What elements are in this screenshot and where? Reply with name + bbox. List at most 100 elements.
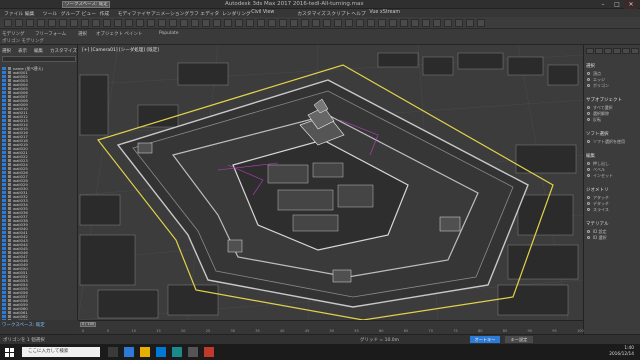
visibility-icon[interactable] <box>2 67 6 70</box>
toolbar-button[interactable] <box>26 19 34 27</box>
menu-item[interactable]: ツール <box>43 10 57 17</box>
edge-icon[interactable] <box>124 347 134 357</box>
visibility-icon[interactable] <box>2 315 6 318</box>
maximize-button[interactable]: □ <box>610 0 624 9</box>
menu-item[interactable]: 作成 <box>100 10 110 17</box>
visibility-icon[interactable] <box>2 195 6 198</box>
toolbar-button[interactable] <box>389 19 397 27</box>
visibility-icon[interactable] <box>2 251 6 254</box>
visibility-icon[interactable] <box>2 151 6 154</box>
visibility-icon[interactable] <box>2 119 6 122</box>
rollout-header[interactable]: 選択 <box>586 63 595 69</box>
toolbar-button[interactable] <box>59 19 67 27</box>
toolbar-button[interactable] <box>257 19 265 27</box>
toolbar-button[interactable] <box>477 19 485 27</box>
workspace-selector[interactable]: ワークスペース: 既定 <box>62 1 110 8</box>
toolbar-button[interactable] <box>213 19 221 27</box>
rollout-header[interactable]: ソフト選択 <box>586 131 609 137</box>
toolbar-button[interactable] <box>235 19 243 27</box>
visibility-icon[interactable] <box>2 111 6 114</box>
toolbar-button[interactable] <box>356 19 364 27</box>
visibility-icon[interactable] <box>2 143 6 146</box>
option-radio[interactable] <box>587 140 590 143</box>
option-radio[interactable] <box>587 168 590 171</box>
toolbar-button[interactable] <box>125 19 133 27</box>
command-panel-tab[interactable] <box>622 48 630 54</box>
toolbar-button[interactable] <box>279 19 287 27</box>
visibility-icon[interactable] <box>2 199 6 202</box>
toolbar-button[interactable] <box>48 19 56 27</box>
visibility-icon[interactable] <box>2 207 6 210</box>
visibility-icon[interactable] <box>2 275 6 278</box>
toolbar-button[interactable] <box>15 19 23 27</box>
visibility-icon[interactable] <box>2 211 6 214</box>
visibility-icon[interactable] <box>2 187 6 190</box>
visibility-icon[interactable] <box>2 311 6 314</box>
menu-item[interactable]: アニメーション <box>151 10 184 17</box>
option-radio[interactable] <box>587 236 590 239</box>
toolbar-button[interactable] <box>37 19 45 27</box>
option-radio[interactable] <box>587 106 590 109</box>
command-panel-tab[interactable] <box>586 48 594 54</box>
visibility-icon[interactable] <box>2 171 6 174</box>
visibility-icon[interactable] <box>2 91 6 94</box>
option-radio[interactable] <box>587 78 590 81</box>
ribbon-tab[interactable]: オブジェクト ペイント <box>96 31 142 37</box>
menu-item[interactable]: グラフ エディタ <box>184 10 219 17</box>
toolbar-button[interactable] <box>81 19 89 27</box>
visibility-icon[interactable] <box>2 219 6 222</box>
visibility-icon[interactable] <box>2 203 6 206</box>
toolbar-button[interactable] <box>268 19 276 27</box>
visibility-icon[interactable] <box>2 223 6 226</box>
toolbar-button[interactable] <box>224 19 232 27</box>
setkey-button[interactable]: キー設定 <box>505 336 533 343</box>
visibility-icon[interactable] <box>2 227 6 230</box>
toolbar-button[interactable] <box>158 19 166 27</box>
rollout-header[interactable]: 編集 <box>586 153 595 159</box>
timeline[interactable]: 0 / 100 0 5 10 15 20 25 30 35 40 45 50 55 60 65 70 75 80… <box>78 320 584 334</box>
scene-explorer-tab[interactable]: カスタマイズ <box>50 48 77 54</box>
menu-item[interactable]: グループ <box>61 10 80 17</box>
visibility-icon[interactable] <box>2 215 6 218</box>
visibility-icon[interactable] <box>2 279 6 282</box>
command-panel-tab[interactable] <box>613 48 621 54</box>
scene-explorer-list[interactable]: name (並べ替え) wall001 wall002 wall003 wall004 w… <box>0 65 78 320</box>
explorer-icon[interactable] <box>140 347 150 357</box>
store-icon[interactable] <box>156 347 166 357</box>
visibility-icon[interactable] <box>2 267 6 270</box>
menu-item[interactable]: モディファイヤ <box>118 10 151 17</box>
visibility-icon[interactable] <box>2 283 6 286</box>
toolbar-button[interactable] <box>290 19 298 27</box>
toolbar-button[interactable] <box>301 19 309 27</box>
option-radio[interactable] <box>587 72 590 75</box>
option-radio[interactable] <box>587 162 590 165</box>
option-radio[interactable] <box>587 112 590 115</box>
minimize-button[interactable]: – <box>596 0 610 9</box>
visibility-icon[interactable] <box>2 107 6 110</box>
visibility-icon[interactable] <box>2 163 6 166</box>
toolbar-button[interactable] <box>92 19 100 27</box>
command-panel-tab[interactable] <box>604 48 612 54</box>
option-radio[interactable] <box>587 174 590 177</box>
visibility-icon[interactable] <box>2 71 6 74</box>
visibility-icon[interactable] <box>2 75 6 78</box>
ribbon-tab[interactable]: Populate <box>159 31 179 36</box>
close-button[interactable]: ✕ <box>624 0 638 9</box>
visibility-icon[interactable] <box>2 231 6 234</box>
visibility-icon[interactable] <box>2 99 6 102</box>
menu-item[interactable]: スクリプト <box>326 10 350 17</box>
autokey-button[interactable]: オートキー <box>470 336 500 343</box>
visibility-icon[interactable] <box>2 123 6 126</box>
visibility-icon[interactable] <box>2 179 6 182</box>
visibility-icon[interactable] <box>2 291 6 294</box>
menu-item[interactable]: レンダリング <box>222 10 251 17</box>
visibility-icon[interactable] <box>2 303 6 306</box>
ribbon-tab[interactable]: 選択 <box>78 31 87 37</box>
toolbar-button[interactable] <box>345 19 353 27</box>
visibility-icon[interactable] <box>2 191 6 194</box>
visibility-icon[interactable] <box>2 131 6 134</box>
scene-explorer-filter[interactable] <box>2 56 76 62</box>
toolbar-button[interactable] <box>433 19 441 27</box>
visibility-icon[interactable] <box>2 139 6 142</box>
visibility-icon[interactable] <box>2 103 6 106</box>
